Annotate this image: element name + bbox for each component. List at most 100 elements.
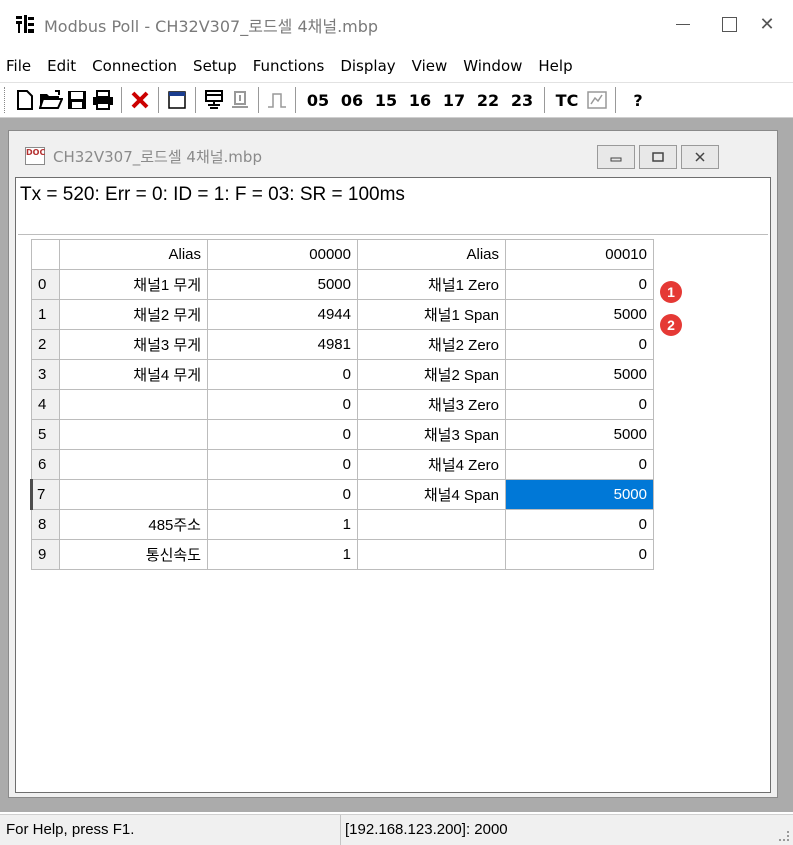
new-button[interactable] xyxy=(13,87,37,113)
alias-cell[interactable] xyxy=(357,539,506,570)
value-cell[interactable]: 0 xyxy=(207,359,358,390)
function-15-button[interactable]: 15 xyxy=(370,87,402,113)
alias-cell[interactable]: 채널3 무게 xyxy=(59,329,208,360)
disconnect-button[interactable] xyxy=(228,87,252,113)
alias-cell[interactable]: 채널4 무게 xyxy=(59,359,208,390)
help-question-icon: ? xyxy=(633,90,643,110)
document-minimize-button[interactable] xyxy=(597,145,635,169)
document-icon: DOC xyxy=(25,147,45,165)
alias-cell[interactable] xyxy=(59,479,208,510)
function-17-button[interactable]: 17 xyxy=(438,87,470,113)
menu-window[interactable]: Window xyxy=(455,57,530,75)
help-button[interactable]: ? xyxy=(622,87,654,113)
function-05-button[interactable]: 05 xyxy=(302,87,334,113)
value-cell[interactable]: 0 xyxy=(505,269,654,300)
status-connection: [192.168.123.200]: 2000 xyxy=(340,815,508,845)
value-cell[interactable]: 5000 xyxy=(505,419,654,450)
alias-cell[interactable]: 채널3 Zero xyxy=(357,389,506,420)
toolbar-separator xyxy=(195,87,196,113)
function-06-button[interactable]: 06 xyxy=(336,87,368,113)
menu-file[interactable]: File xyxy=(0,57,39,75)
toolbar-grip[interactable] xyxy=(4,87,8,113)
header-address-00000[interactable]: 00000 xyxy=(207,239,358,270)
new-document-icon xyxy=(17,90,33,110)
document-close-button[interactable] xyxy=(681,145,719,169)
value-cell[interactable]: 0 xyxy=(207,479,358,510)
delete-x-icon xyxy=(131,91,149,109)
document-window[interactable]: DOC CH32V307_로드셀 4채널.mbp Tx = 520: Err =… xyxy=(8,130,778,798)
close-icon: ✕ xyxy=(759,13,775,35)
toolbar-separator xyxy=(295,87,296,113)
header-alias-2[interactable]: Alias xyxy=(357,239,506,270)
alias-cell[interactable]: 채널2 Span xyxy=(357,359,506,390)
value-cell[interactable]: 0 xyxy=(207,389,358,420)
value-cell[interactable]: 5000 xyxy=(505,359,654,390)
alias-cell[interactable]: 채널4 Zero xyxy=(357,449,506,480)
value-cell[interactable]: 5000 xyxy=(207,269,358,300)
title-bar: Modbus Poll - CH32V307_로드셀 4채널.mbp ✕ xyxy=(0,0,793,48)
menu-display[interactable]: Display xyxy=(332,57,403,75)
document-maximize-button[interactable] xyxy=(639,145,677,169)
menu-view[interactable]: View xyxy=(404,57,456,75)
value-cell[interactable]: 4981 xyxy=(207,329,358,360)
alias-cell[interactable]: 채널4 Span xyxy=(357,479,506,510)
menu-edit[interactable]: Edit xyxy=(39,57,84,75)
alias-cell[interactable]: 통신속도 xyxy=(59,539,208,570)
new-window-button[interactable] xyxy=(165,87,189,113)
alias-cell[interactable]: 채널1 Span xyxy=(357,299,506,330)
minimize-icon xyxy=(610,157,622,162)
function-23-button[interactable]: 23 xyxy=(506,87,538,113)
alias-cell[interactable]: 485주소 xyxy=(59,509,208,540)
alias-cell[interactable]: 채널1 Zero xyxy=(357,269,506,300)
alias-cell[interactable]: 채널3 Span xyxy=(357,419,506,450)
minimize-button[interactable] xyxy=(660,6,706,42)
menu-functions[interactable]: Functions xyxy=(245,57,333,75)
alias-cell[interactable]: 채널2 Zero xyxy=(357,329,506,360)
communication-button[interactable] xyxy=(585,87,609,113)
function-16-button[interactable]: 16 xyxy=(404,87,436,113)
value-cell[interactable]: 0 xyxy=(505,509,654,540)
alias-cell[interactable] xyxy=(59,419,208,450)
alias-cell[interactable]: 채널1 무게 xyxy=(59,269,208,300)
value-cell[interactable]: 0 xyxy=(207,449,358,480)
alias-cell[interactable] xyxy=(357,509,506,540)
alias-cell[interactable]: 채널2 무게 xyxy=(59,299,208,330)
maximize-icon xyxy=(652,152,664,162)
alias-cell[interactable] xyxy=(59,449,208,480)
value-cell[interactable]: 0 xyxy=(505,539,654,570)
document-title-bar[interactable]: DOC CH32V307_로드셀 4채널.mbp xyxy=(9,131,777,177)
value-cell[interactable]: 4944 xyxy=(207,299,358,330)
alias-cell[interactable] xyxy=(59,389,208,420)
delete-button[interactable] xyxy=(128,87,152,113)
menu-setup[interactable]: Setup xyxy=(185,57,245,75)
close-button[interactable]: ✕ xyxy=(744,6,790,42)
value-cell[interactable]: 1 xyxy=(207,539,358,570)
value-cell[interactable]: 5000 xyxy=(505,299,654,330)
value-cell[interactable]: 0 xyxy=(207,419,358,450)
traffic-button[interactable]: TC xyxy=(551,87,583,113)
value-cell[interactable]: 1 xyxy=(207,509,358,540)
row-number: 3 xyxy=(31,359,60,390)
annotation-badge-1: 1 xyxy=(660,281,682,303)
save-button[interactable] xyxy=(65,87,89,113)
function-22-button[interactable]: 22 xyxy=(472,87,504,113)
header-address-00010[interactable]: 00010 xyxy=(505,239,654,270)
table-row: 9 통신속도 1 0 xyxy=(31,539,654,570)
status-help-text: For Help, press F1. xyxy=(6,821,135,838)
value-cell[interactable]: 0 xyxy=(505,389,654,420)
open-button[interactable] xyxy=(39,87,63,113)
row-number: 9 xyxy=(31,539,60,570)
resize-grip[interactable] xyxy=(779,831,789,841)
header-alias-1[interactable]: Alias xyxy=(59,239,208,270)
window-icon xyxy=(168,91,186,109)
single-poll-button[interactable] xyxy=(265,87,289,113)
table-row: 4 0 채널3 Zero 0 xyxy=(31,389,654,420)
row-number: 4 xyxy=(31,389,60,420)
print-button[interactable] xyxy=(91,87,115,113)
value-cell[interactable]: 0 xyxy=(505,329,654,360)
value-cell[interactable]: 0 xyxy=(505,449,654,480)
selected-value-cell[interactable]: 5000 xyxy=(505,479,654,510)
connect-button[interactable] xyxy=(202,87,226,113)
menu-help[interactable]: Help xyxy=(530,57,580,75)
menu-connection[interactable]: Connection xyxy=(84,57,185,75)
